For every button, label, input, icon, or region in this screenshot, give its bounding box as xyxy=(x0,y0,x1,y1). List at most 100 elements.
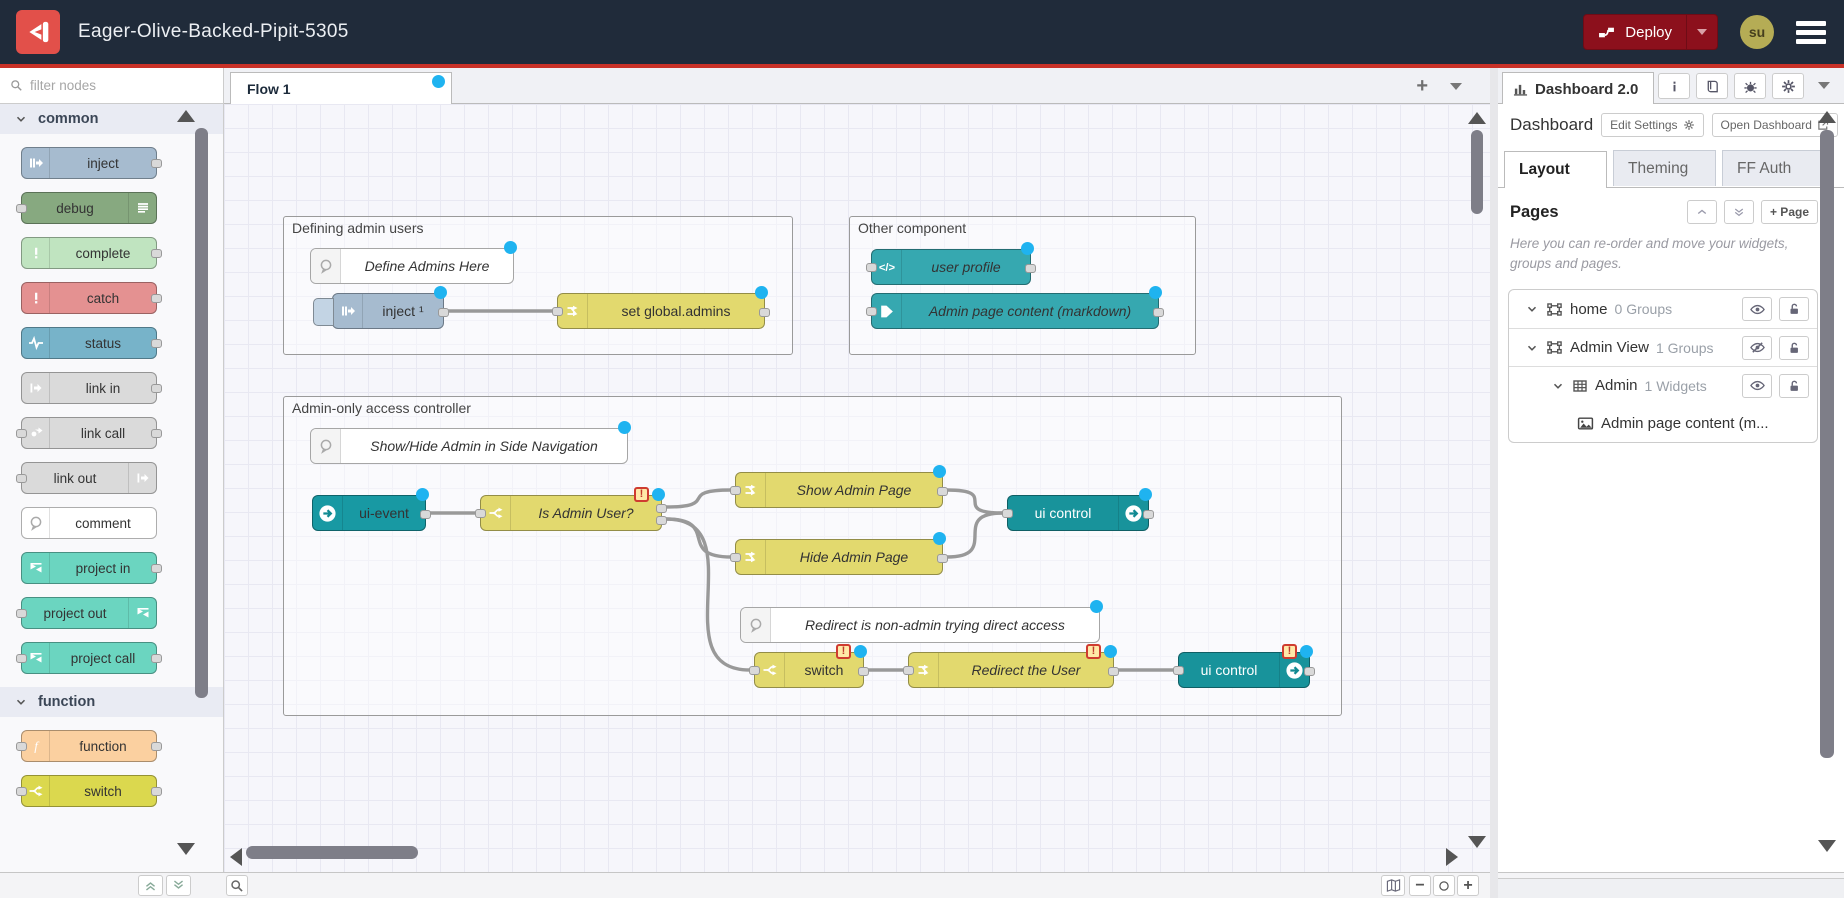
port-out[interactable] xyxy=(151,294,162,303)
node-ui-event[interactable]: ui-event xyxy=(312,495,426,531)
tree-item-home[interactable]: home0 Groups xyxy=(1509,290,1817,328)
zoom-out-button[interactable]: − xyxy=(1409,875,1431,896)
node-show-admin[interactable]: Show Admin Page xyxy=(735,472,943,508)
port-out[interactable] xyxy=(1304,667,1315,676)
port-out[interactable] xyxy=(151,429,162,438)
sidebar-scroll-up[interactable] xyxy=(1818,111,1836,123)
tree-item-admin-view[interactable]: Admin View1 Groups xyxy=(1509,328,1817,366)
port-in[interactable] xyxy=(866,263,877,272)
port-in[interactable] xyxy=(730,486,741,495)
port-out[interactable] xyxy=(937,487,948,496)
port-out[interactable] xyxy=(151,654,162,663)
palette-node-complete[interactable]: complete xyxy=(21,237,157,269)
tab-layout[interactable]: Layout xyxy=(1504,151,1607,188)
tab-theming[interactable]: Theming xyxy=(1613,150,1716,186)
port-out[interactable] xyxy=(1153,308,1164,317)
port-in[interactable] xyxy=(1002,509,1013,518)
expand-all-button[interactable] xyxy=(1724,200,1754,224)
node-comment-define[interactable]: Define Admins Here xyxy=(310,248,514,284)
palette-search[interactable]: filter nodes xyxy=(0,68,224,104)
sidebar-scrollbar[interactable] xyxy=(1820,130,1834,758)
port-in[interactable] xyxy=(552,307,563,316)
navigator-button[interactable] xyxy=(1381,875,1405,896)
node-user-profile[interactable]: </>user profile xyxy=(871,249,1031,285)
config-tab-button[interactable] xyxy=(1772,73,1804,99)
node-hide-admin[interactable]: Hide Admin Page xyxy=(735,539,943,575)
port-out[interactable] xyxy=(151,742,162,751)
port-in[interactable] xyxy=(16,429,27,438)
palette-node-project-out[interactable]: project out xyxy=(21,597,157,629)
palette-node-switch[interactable]: switch xyxy=(21,775,157,807)
visibility-off-button[interactable] xyxy=(1742,336,1772,360)
add-page-button[interactable]: + Page xyxy=(1761,200,1818,224)
port-in[interactable] xyxy=(16,609,27,618)
node-is-admin[interactable]: Is Admin User?! xyxy=(480,495,662,531)
canvas-search-button[interactable] xyxy=(226,875,248,896)
node-admin-content[interactable]: Admin page content (markdown) xyxy=(871,293,1159,329)
port-out[interactable] xyxy=(151,564,162,573)
port-in[interactable] xyxy=(16,787,27,796)
palette-node-inject[interactable]: inject xyxy=(21,147,157,179)
node-comment-shownav[interactable]: Show/Hide Admin in Side Navigation xyxy=(310,428,628,464)
port-out[interactable] xyxy=(151,384,162,393)
node-inject1[interactable]: inject ¹ xyxy=(332,293,444,329)
palette-scroll-up[interactable] xyxy=(177,110,195,122)
palette-category-function[interactable]: function xyxy=(0,687,223,717)
palette-node-status[interactable]: status xyxy=(21,327,157,359)
palette-scroll-down[interactable] xyxy=(177,843,195,855)
palette-node-catch[interactable]: catch xyxy=(21,282,157,314)
port-in[interactable] xyxy=(903,666,914,675)
port-in[interactable] xyxy=(866,307,877,316)
tab-flow-1[interactable]: Flow 1 xyxy=(230,72,452,105)
lock-button[interactable] xyxy=(1779,336,1809,360)
palette-node-debug[interactable]: debug xyxy=(21,192,157,224)
chevron-down-icon[interactable] xyxy=(1525,302,1539,316)
node-ui-control-1[interactable]: ui control xyxy=(1007,495,1149,531)
sidebar-tab-dashboard[interactable]: Dashboard 2.0 xyxy=(1502,72,1654,105)
palette-collapse-all-button[interactable] xyxy=(138,875,163,896)
port-out[interactable] xyxy=(759,308,770,317)
sidebar-tab-list-button[interactable] xyxy=(1818,82,1830,89)
palette-node-function[interactable]: ffunction xyxy=(21,730,157,762)
port-in[interactable] xyxy=(475,509,486,518)
port-out[interactable] xyxy=(858,667,869,676)
deploy-button[interactable]: Deploy xyxy=(1583,14,1718,50)
tree-item-admin[interactable]: Admin1 Widgets xyxy=(1509,366,1817,404)
sidebar-splitter[interactable] xyxy=(1490,68,1498,898)
palette-node-project-call[interactable]: project call xyxy=(21,642,157,674)
port-out[interactable] xyxy=(656,516,667,525)
port-in[interactable] xyxy=(730,553,741,562)
port-in[interactable] xyxy=(16,204,27,213)
palette-node-comment[interactable]: comment xyxy=(21,507,157,539)
port-out[interactable] xyxy=(656,504,667,513)
port-in[interactable] xyxy=(16,474,27,483)
collapse-all-button[interactable] xyxy=(1687,200,1717,224)
port-in[interactable] xyxy=(749,666,760,675)
node-redirect-user[interactable]: Redirect the User! xyxy=(908,652,1114,688)
port-out[interactable] xyxy=(1143,510,1154,519)
node-comment-redirect[interactable]: Redirect is non-admin trying direct acce… xyxy=(740,607,1100,643)
lock-button[interactable] xyxy=(1779,297,1809,321)
port-out[interactable] xyxy=(151,159,162,168)
info-tab-button[interactable] xyxy=(1658,73,1690,99)
port-out[interactable] xyxy=(151,339,162,348)
chevron-down-icon[interactable] xyxy=(1525,341,1539,355)
port-out[interactable] xyxy=(1108,667,1119,676)
help-tab-button[interactable] xyxy=(1696,73,1728,99)
palette-node-project-in[interactable]: project in xyxy=(21,552,157,584)
palette-scrollbar[interactable] xyxy=(195,128,208,698)
port-out[interactable] xyxy=(151,787,162,796)
palette-expand-all-button[interactable] xyxy=(166,875,191,896)
port-out[interactable] xyxy=(151,249,162,258)
port-out[interactable] xyxy=(438,308,449,317)
sidebar-scroll-down[interactable] xyxy=(1818,840,1836,852)
palette-node-link-call[interactable]: link call xyxy=(21,417,157,449)
visibility-button[interactable] xyxy=(1742,374,1772,398)
add-flow-button[interactable]: + xyxy=(1416,76,1428,96)
palette-node-link-out[interactable]: link out xyxy=(21,462,157,494)
port-out[interactable] xyxy=(1025,264,1036,273)
node-switch2[interactable]: switch! xyxy=(754,652,864,688)
zoom-in-button[interactable]: + xyxy=(1457,875,1479,896)
flow-list-button[interactable] xyxy=(1450,83,1462,90)
palette-node-link-in[interactable]: link in xyxy=(21,372,157,404)
